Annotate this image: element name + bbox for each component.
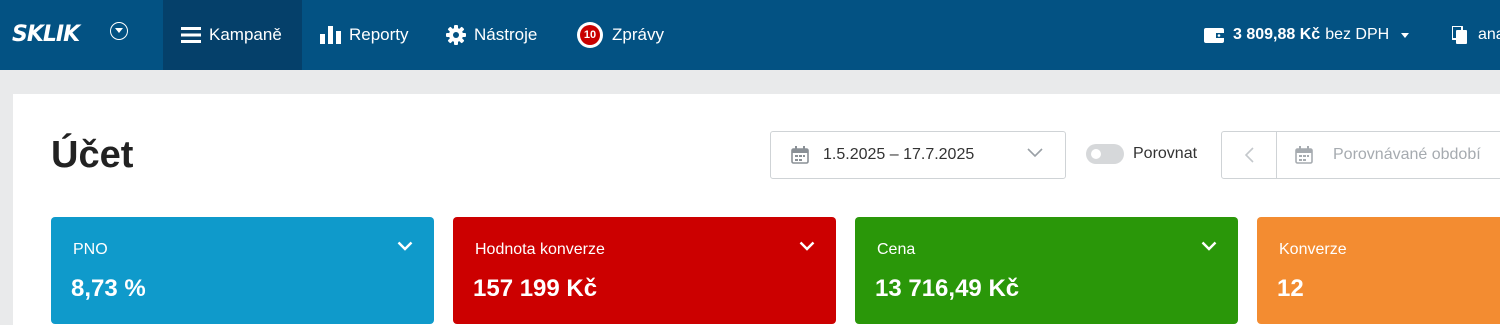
wallet-amount: 3 809,88 Kč xyxy=(1233,26,1321,43)
date-range-picker[interactable]: 1.5.2025 – 17.7.2025 xyxy=(770,131,1066,179)
chevron-left-icon xyxy=(1244,147,1254,163)
wallet-icon xyxy=(1204,27,1224,43)
compare-toggle-wrap[interactable]: Porovnat xyxy=(1086,144,1197,164)
previous-period-button[interactable] xyxy=(1222,132,1277,178)
chevron-down-icon[interactable] xyxy=(799,241,815,251)
account-overview-card: Účet 1.5.2025 – 17.7.2025 Porovnat Porov… xyxy=(13,94,1500,325)
metric-value: 12 xyxy=(1277,275,1304,302)
calendar-icon xyxy=(1295,146,1313,164)
chevron-down-icon xyxy=(1027,148,1043,158)
metric-value: 13 716,49 Kč xyxy=(875,275,1020,302)
metric-tile-pno[interactable]: PNO 8,73 % xyxy=(51,217,434,324)
nav-item-zpravy[interactable]: 10 Zprávy xyxy=(577,0,664,70)
metric-label: Konverze xyxy=(1279,241,1347,258)
metric-tile-konverze[interactable]: Konverze 12 xyxy=(1257,217,1500,324)
compare-period-placeholder: Porovnávané období xyxy=(1333,146,1481,163)
nav-label: Zprávy xyxy=(612,25,664,44)
metric-tile-hodnota-konverze[interactable]: Hodnota konverze 157 199 Kč xyxy=(453,217,836,324)
compare-toggle[interactable] xyxy=(1086,144,1124,164)
unread-count-badge: 10 xyxy=(580,25,600,45)
nav-item-reporty[interactable]: Reporty xyxy=(320,0,409,70)
date-range-value: 1.5.2025 – 17.7.2025 xyxy=(823,146,975,163)
metric-label: PNO xyxy=(73,241,108,258)
wallet-balance-dropdown[interactable]: 3 809,88 Kč bez DPH xyxy=(1204,0,1410,70)
copy-icon xyxy=(1452,26,1467,44)
account-switcher[interactable]: ana xyxy=(1452,0,1500,70)
compare-label: Porovnat xyxy=(1133,145,1198,162)
chevron-down-icon[interactable] xyxy=(397,241,413,251)
chevron-down-icon[interactable] xyxy=(110,22,128,40)
wallet-suffix: bez DPH xyxy=(1325,26,1390,43)
metric-label: Cena xyxy=(877,241,916,258)
messages-badge-icon: 10 xyxy=(577,22,603,48)
compare-period-picker[interactable]: Porovnávané období xyxy=(1221,131,1500,179)
account-name: ana xyxy=(1478,26,1500,43)
metric-tile-cena[interactable]: Cena 13 716,49 Kč xyxy=(855,217,1238,324)
nav-item-nastroje[interactable]: Nástroje xyxy=(446,0,537,70)
chevron-down-icon[interactable] xyxy=(1201,241,1217,251)
metric-value: 8,73 % xyxy=(71,275,146,302)
bar-chart-icon xyxy=(320,26,341,44)
top-navigation-bar: SKLIK Kampaně Reporty Nástroje 10 Zprávy… xyxy=(0,0,1500,70)
nav-label: Kampaně xyxy=(209,25,282,44)
sklik-logo[interactable]: SKLIK xyxy=(12,22,80,48)
metric-label: Hodnota konverze xyxy=(475,241,605,258)
nav-item-kampane[interactable]: Kampaně xyxy=(163,0,302,70)
menu-icon xyxy=(181,26,201,44)
page-title: Účet xyxy=(51,134,134,176)
metric-value: 157 199 Kč xyxy=(473,275,598,302)
calendar-icon xyxy=(791,146,809,164)
gear-icon xyxy=(446,25,466,45)
nav-label: Nástroje xyxy=(474,25,538,44)
logo-text: SKLIK xyxy=(12,22,80,47)
caret-down-icon xyxy=(1401,32,1410,38)
nav-label: Reporty xyxy=(349,25,409,44)
